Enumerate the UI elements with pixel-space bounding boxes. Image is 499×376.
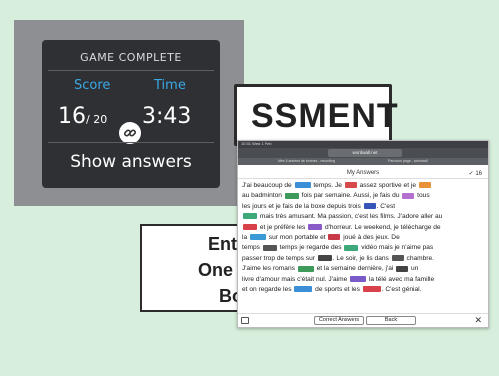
game-complete-title: GAME COMPLETE — [80, 51, 182, 64]
answer-chip — [391, 255, 404, 262]
back-button[interactable]: Back — [366, 316, 416, 325]
assessment-text: SSMENT — [251, 97, 399, 135]
answers-footer: Correct Answers Back ✕ — [238, 313, 488, 327]
address-bar[interactable]: wordwall.net — [328, 149, 402, 157]
answer-chip — [308, 223, 323, 230]
answers-text: J'ai beaucoup de temps. Je assez sportiv… — [242, 182, 443, 294]
correct-count: ✓ 16 — [468, 171, 482, 177]
browser-tabs: Mes 4 années de bonnes - recording Parco… — [238, 158, 488, 165]
answer-chip — [297, 265, 314, 272]
divider — [48, 70, 214, 71]
answers-title: My Answers — [346, 170, 380, 176]
answer-chip — [262, 244, 277, 251]
answer-chip — [418, 182, 431, 189]
tab-2[interactable]: Parcours page - wordwall — [388, 159, 428, 164]
answer-chip — [328, 234, 341, 241]
answer-chip — [294, 182, 311, 189]
answer-chip — [284, 192, 299, 199]
answers-screenshot: 10:31 Wed 1 Feb wordwall.net Mes 4 année… — [237, 140, 489, 328]
score-label: Score — [74, 78, 111, 93]
score-total: / 20 — [86, 113, 108, 126]
answer-chip — [363, 203, 376, 210]
link-icon[interactable] — [119, 122, 141, 144]
score-number: 16 — [58, 104, 86, 129]
menu-icon[interactable] — [241, 317, 249, 324]
time-label: Time — [154, 78, 186, 93]
answer-chip — [294, 286, 313, 293]
answer-chip — [317, 255, 332, 262]
assessment-banner: SSMENT — [234, 84, 398, 146]
answer-chip — [344, 182, 357, 189]
answer-chip — [396, 265, 409, 272]
game-complete-card: GAME COMPLETE Score Time 16/ 20 3:43 Sho… — [42, 40, 220, 188]
answers-header: My Answers ✓ 16 — [238, 167, 488, 179]
score-value: 16/ 20 — [58, 104, 107, 129]
answer-chip — [402, 192, 415, 199]
answer-chip — [362, 286, 381, 293]
answer-chip — [243, 213, 257, 220]
close-icon[interactable]: ✕ — [474, 315, 482, 326]
browser-toolbar: wordwall.net — [238, 148, 488, 158]
answer-chip — [243, 223, 257, 230]
answer-chip — [350, 275, 367, 282]
time-value: 3:43 — [142, 104, 192, 129]
show-answers-button[interactable]: Show answers — [42, 152, 220, 172]
answer-chip — [344, 244, 359, 251]
status-bar: 10:31 Wed 1 Feb — [238, 141, 488, 148]
tab-1[interactable]: Mes 4 années de bonnes - recording — [278, 159, 335, 164]
answer-chip — [249, 234, 266, 241]
divider — [48, 142, 214, 143]
correct-answers-button[interactable]: Correct Answers — [314, 316, 364, 325]
